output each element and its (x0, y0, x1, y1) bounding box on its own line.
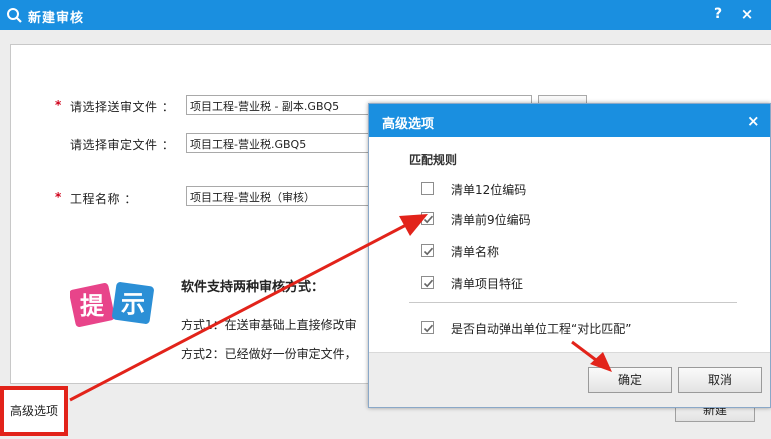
tip-logo: 提 示 (70, 282, 154, 327)
cancel-button[interactable]: 取消 (678, 367, 762, 393)
checkbox[interactable] (421, 212, 434, 225)
tip-title: 软件支持两种审核方式： (181, 280, 325, 295)
approved-file-label: 请选择审定文件 ： (70, 138, 175, 152)
option-label: 清单12位编码 (451, 183, 527, 197)
dialog-title: 高级选项 (382, 117, 435, 132)
project-name-label: 工程名称 ： (70, 192, 137, 206)
option-label: 清单名称 (451, 245, 500, 259)
checkbox[interactable] (421, 276, 434, 289)
check-icon (423, 279, 434, 288)
option-label: 是否自动弹出单位工程“对比匹配” (451, 322, 632, 336)
check-icon (423, 324, 434, 333)
check-icon (423, 247, 434, 256)
required-mark: * (55, 190, 62, 204)
dialog-titlebar: 高级选项 × (369, 104, 770, 137)
approved-file-field[interactable]: 项目工程-营业税.GBQ5 (186, 133, 376, 153)
check-icon (423, 215, 434, 224)
send-file-label: 请选择送审文件 ： (70, 100, 175, 114)
dialog-close-button[interactable]: × (747, 112, 760, 130)
window-title: 新建审核 (28, 11, 85, 26)
dialog-footer: 确定 取消 (369, 352, 770, 407)
project-name-field[interactable]: 项目工程-营业税（审核） (186, 186, 376, 206)
tip-logo-char-1: 提 (80, 292, 105, 320)
advanced-options-dialog: 高级选项 × 匹配规则 清单12位编码 清单前9位编码 清单名称 清单项目特征 … (368, 103, 771, 408)
separator (409, 302, 737, 303)
tip-line-2: 方式2：已经做好一份审定文件， (181, 347, 357, 361)
checkbox[interactable] (421, 321, 434, 334)
option-label: 清单前9位编码 (451, 213, 531, 227)
required-mark: * (55, 98, 62, 112)
option-label: 清单项目特征 (451, 277, 524, 291)
checkbox[interactable] (421, 244, 434, 257)
window-titlebar: 新建审核 ? × (0, 0, 771, 30)
tip-logo-char-2: 示 (121, 290, 145, 318)
ok-button[interactable]: 确定 (588, 367, 672, 393)
tip-line-1: 方式1：在送审基础上直接修改审 (181, 318, 357, 332)
match-rules-label: 匹配规则 (409, 153, 458, 167)
advanced-options-button[interactable]: 高级选项 (0, 386, 68, 436)
app-search-icon (7, 8, 22, 23)
help-button[interactable]: ? (709, 5, 727, 23)
window-close-button[interactable]: × (738, 5, 756, 23)
checkbox[interactable] (421, 182, 434, 195)
